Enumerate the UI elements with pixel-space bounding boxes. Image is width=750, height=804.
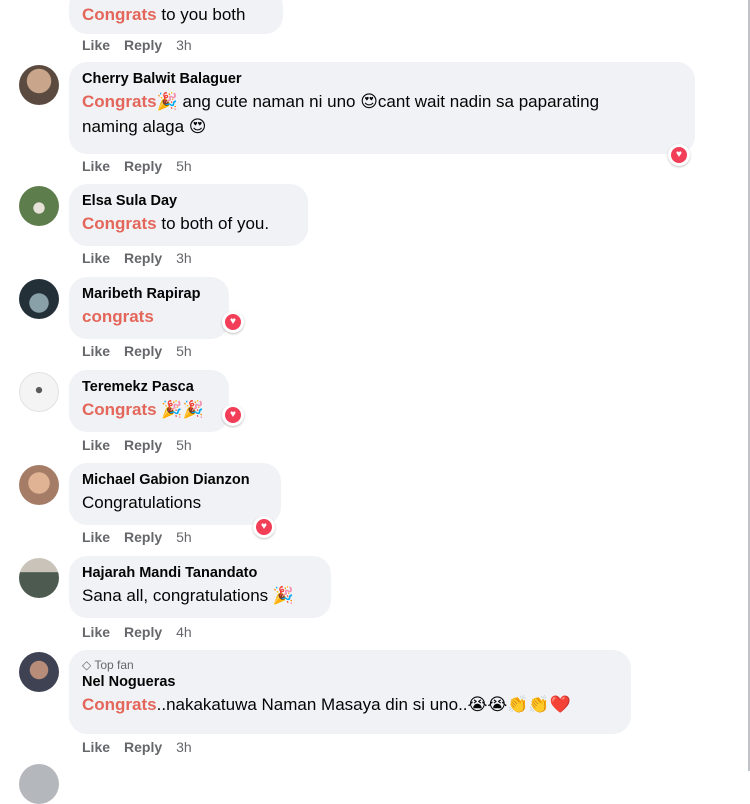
avatar[interactable] xyxy=(19,279,59,319)
reply-button[interactable]: Reply xyxy=(124,529,162,545)
comment-highlight: Congrats xyxy=(82,92,157,111)
comment-bubble: Michael Gabion Dianzon Congratulations xyxy=(69,463,281,525)
heart-icon: ♥ xyxy=(256,519,272,535)
like-button[interactable]: Like xyxy=(82,529,110,545)
heart-icon: ♥ xyxy=(671,147,687,163)
reply-button[interactable]: Reply xyxy=(124,624,162,640)
like-button[interactable]: Like xyxy=(82,37,110,53)
reply-button[interactable]: Reply xyxy=(124,343,162,359)
comment-highlight: congrats xyxy=(82,307,154,326)
comment-bubble: Congrats to you both xyxy=(69,0,283,34)
reply-button[interactable]: Reply xyxy=(124,437,162,453)
commenter-name[interactable]: Nel Nogueras xyxy=(82,673,618,692)
comment-actions: Like Reply 3h xyxy=(82,37,192,53)
comment-bubble: Cherry Balwit Balaguer Congrats🎉 ang cut… xyxy=(69,62,695,154)
reply-button[interactable]: Reply xyxy=(124,739,162,755)
love-reaction[interactable]: ♥ xyxy=(668,144,690,166)
commenter-name[interactable]: Maribeth Rapirap xyxy=(82,285,216,304)
comment-text: 🎉🎉 xyxy=(156,400,204,419)
comment-text: to you both xyxy=(156,5,246,24)
avatar[interactable] xyxy=(19,65,59,105)
comment-bubble: Hajarah Mandi Tanandato Sana all, congra… xyxy=(69,556,331,618)
comment-time[interactable]: 3h xyxy=(176,250,192,266)
comment-bubble: Teremekz Pasca Congrats 🎉🎉 xyxy=(69,370,229,432)
like-button[interactable]: Like xyxy=(82,343,110,359)
avatar[interactable] xyxy=(19,652,59,692)
comment-actions: Like Reply 5h xyxy=(82,529,192,545)
comment-text-line2: naming alaga 😍 xyxy=(82,117,207,136)
comment-highlight: Congrats xyxy=(82,214,157,233)
comment-time[interactable]: 5h xyxy=(176,343,192,359)
comment-text: Congratulations xyxy=(82,493,202,512)
like-button[interactable]: Like xyxy=(82,437,110,453)
heart-icon: ♥ xyxy=(225,407,241,423)
like-button[interactable]: Like xyxy=(82,739,110,755)
like-button[interactable]: Like xyxy=(82,158,110,174)
comment-text: Sana all, congratulations 🎉 xyxy=(82,586,295,605)
love-reaction[interactable]: ♥ xyxy=(253,516,275,538)
avatar[interactable] xyxy=(19,186,59,226)
commenter-name[interactable]: Teremekz Pasca xyxy=(82,378,216,397)
comment-actions: Like Reply 4h xyxy=(82,624,192,640)
avatar[interactable] xyxy=(19,465,59,505)
comment-actions: Like Reply 3h xyxy=(82,250,192,266)
comment-time[interactable]: 3h xyxy=(176,739,192,755)
comment-text: 🎉 ang cute naman ni uno 😍cant wait nadin… xyxy=(156,92,600,111)
comment-text: ..nakakatuwa Naman Masaya din si uno..😭😭… xyxy=(156,695,571,714)
avatar[interactable] xyxy=(19,558,59,598)
comment-actions: Like Reply 5h xyxy=(82,343,192,359)
reply-button[interactable]: Reply xyxy=(124,250,162,266)
comment-bubble: Maribeth Rapirap congrats xyxy=(69,277,229,339)
comment-time[interactable]: 4h xyxy=(176,624,192,640)
comment-actions: Like Reply 3h xyxy=(82,739,192,755)
comment-highlight: Congrats xyxy=(82,695,157,714)
comment-time[interactable]: 3h xyxy=(176,37,192,53)
comment-text: to both of you. xyxy=(156,214,270,233)
top-fan-diamond-icon: ◇ xyxy=(82,658,92,672)
heart-icon: ♥ xyxy=(225,314,241,330)
comment-highlight: Congrats xyxy=(82,5,157,24)
top-fan-badge: Top fan xyxy=(94,658,134,672)
love-reaction[interactable]: ♥ xyxy=(222,404,244,426)
comment-bubble: ◇ Top fan Nel Nogueras Congrats..nakakat… xyxy=(69,650,631,734)
commenter-name[interactable]: Elsa Sula Day xyxy=(82,192,295,211)
commenter-name[interactable]: Hajarah Mandi Tanandato xyxy=(82,564,318,583)
comment-actions: Like Reply 5h xyxy=(82,158,192,174)
commenter-name[interactable]: Michael Gabion Dianzon xyxy=(82,471,268,490)
like-button[interactable]: Like xyxy=(82,250,110,266)
comment-time[interactable]: 5h xyxy=(176,437,192,453)
comment-actions: Like Reply 5h xyxy=(82,437,192,453)
comment-time[interactable]: 5h xyxy=(176,529,192,545)
comment-time[interactable]: 5h xyxy=(176,158,192,174)
avatar[interactable] xyxy=(19,764,59,804)
love-reaction[interactable]: ♥ xyxy=(222,311,244,333)
avatar[interactable] xyxy=(19,372,59,412)
reply-button[interactable]: Reply xyxy=(124,158,162,174)
commenter-name[interactable]: Cherry Balwit Balaguer xyxy=(82,70,682,89)
comment-bubble: Elsa Sula Day Congrats to both of you. xyxy=(69,184,308,246)
reply-button[interactable]: Reply xyxy=(124,37,162,53)
like-button[interactable]: Like xyxy=(82,624,110,640)
comment-highlight: Congrats xyxy=(82,400,157,419)
